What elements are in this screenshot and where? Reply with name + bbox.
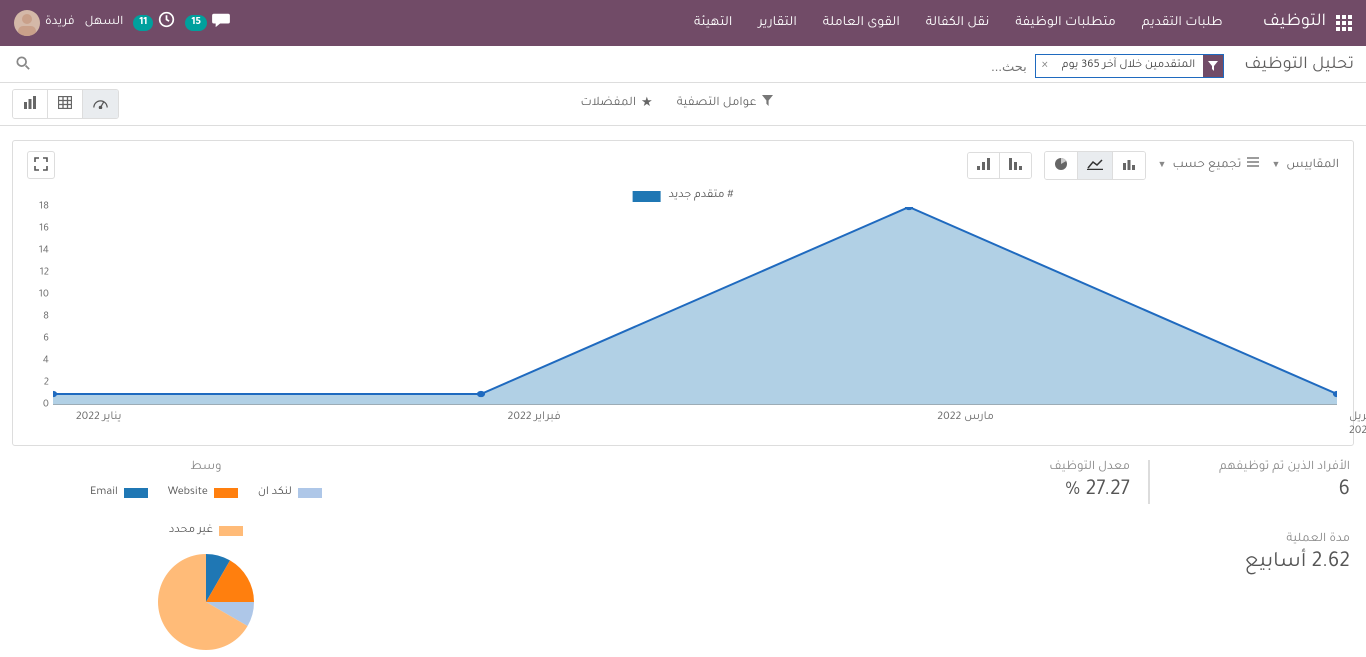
filter-bar: عوامل التصفية ★ المفضلات — [0, 83, 1366, 126]
nav-item-reports[interactable]: التقارير — [758, 15, 796, 32]
search-input[interactable] — [34, 55, 1035, 78]
pie-legend: لنكد ان Website Email غير محدد — [26, 486, 386, 538]
sort-asc-icon — [977, 158, 990, 173]
chat-icon — [212, 12, 230, 35]
filter-icon — [1203, 55, 1223, 77]
hired-value: 6 — [1190, 478, 1350, 504]
dashboard-icon — [93, 96, 108, 112]
avatar — [14, 10, 40, 36]
search-wrap: المتقدمين خلال آخر 365 يوم × — [12, 54, 1224, 78]
chart-type-pie[interactable] — [1045, 152, 1077, 179]
close-icon[interactable]: × — [1036, 59, 1054, 73]
filter-links: عوامل التصفية ★ المفضلات — [580, 95, 772, 113]
pie-legend-linkedin: لنكد ان — [258, 486, 322, 500]
chart-card: المقاييس ▼ تجميع حسب ▼ — [12, 140, 1354, 446]
groupby-dropdown[interactable]: تجميع حسب ▼ — [1158, 157, 1260, 174]
msg-badge: 15 — [185, 15, 207, 31]
pie-title: وسط — [26, 460, 386, 476]
measures-label: المقاييس — [1286, 158, 1339, 174]
user-name: فريدة — [45, 15, 75, 31]
nav-item-workforce[interactable]: القوى العاملة — [823, 15, 900, 32]
list-small-icon — [1247, 157, 1259, 174]
messaging-menu[interactable]: 15 — [185, 12, 230, 35]
chart-type-bar[interactable] — [1112, 152, 1145, 179]
activity-badge: 11 — [133, 15, 153, 31]
brand-block[interactable]: التوظيف — [1263, 12, 1352, 34]
sort-desc[interactable] — [999, 153, 1031, 178]
easy-label: السهل — [85, 15, 124, 31]
line-chart-icon — [1087, 158, 1103, 173]
sort-asc[interactable] — [968, 153, 999, 178]
duration-stat: مدة العملية 2.62 أسابيع — [1190, 532, 1350, 576]
brand-label: التوظيف — [1263, 12, 1326, 34]
pie-icon — [1054, 157, 1068, 174]
hired-label: الأفراد الذين تم توظيفهم — [1190, 460, 1350, 476]
user-menu[interactable]: فريدة — [14, 10, 75, 36]
hired-stat: الأفراد الذين تم توظيفهم 6 — [1190, 460, 1350, 504]
apps-icon[interactable] — [1336, 15, 1352, 31]
view-switch — [12, 89, 119, 119]
easy-mode[interactable]: السهل — [85, 15, 124, 31]
sort-desc-icon — [1009, 158, 1022, 173]
expand-button[interactable] — [27, 151, 55, 179]
legend-swatch — [633, 191, 661, 202]
activity-menu[interactable]: 11 — [133, 11, 175, 35]
star-icon: ★ — [641, 95, 653, 113]
view-chart[interactable] — [13, 90, 47, 118]
chart-legend: # متقدم جديد — [633, 189, 734, 203]
nav-menus: طلبات التقديم متطلبات الوظيفة نقل الكفال… — [694, 15, 1223, 32]
favorites-dropdown[interactable]: ★ المفضلات — [580, 95, 652, 113]
bar-icon — [1122, 158, 1136, 173]
search-facet[interactable]: المتقدمين خلال آخر 365 يوم × — [1035, 54, 1225, 78]
page-title: تحليل التوظيف — [1244, 55, 1354, 77]
pie-legend-website: Website — [168, 486, 238, 500]
x-axis-ticks: أبريل 2022مارس 2022فبراير 2022يناير 2022 — [53, 411, 1337, 429]
view-pivot[interactable] — [47, 90, 82, 118]
table-icon — [58, 96, 72, 112]
nav-item-config[interactable]: التهيئة — [694, 15, 732, 32]
y-axis-ticks: 024681012141618 — [19, 207, 49, 405]
duration-label: مدة العملية — [1190, 532, 1350, 548]
duration-value: 2.62 أسابيع — [1190, 550, 1350, 576]
search-icon[interactable] — [12, 56, 34, 77]
pie-legend-undef: غير محدد — [169, 524, 243, 538]
chart-order-group — [967, 152, 1032, 179]
pie-block: وسط لنكد ان Website Email غير محدد — [26, 460, 386, 652]
control-panel: تحليل التوظيف المتقدمين خلال آخر 365 يوم… — [0, 46, 1366, 83]
clock-icon — [158, 11, 175, 35]
view-graph[interactable] — [82, 90, 118, 118]
funnel-icon — [762, 95, 773, 113]
search-facet-text: المتقدمين خلال آخر 365 يوم — [1054, 59, 1204, 73]
chart-type-group — [1044, 151, 1146, 180]
rate-value: 27.27 % — [990, 478, 1130, 504]
pie-chart — [26, 552, 386, 652]
main-navbar: التوظيف طلبات التقديم متطلبات الوظيفة نق… — [0, 0, 1366, 46]
bar-chart-icon — [23, 96, 37, 112]
rate-label: معدل التوظيف — [990, 460, 1130, 476]
nav-item-applications[interactable]: طلبات التقديم — [1142, 15, 1223, 32]
chevron-down-icon: ▼ — [1271, 159, 1280, 172]
stats-row: الأفراد الذين تم توظيفهم 6 مدة العملية 2… — [0, 446, 1366, 652]
filters-label: عوامل التصفية — [677, 96, 757, 112]
chevron-down-icon: ▼ — [1158, 159, 1167, 172]
chart-plot — [53, 207, 1337, 405]
favorites-label: المفضلات — [580, 96, 636, 112]
groupby-label: تجميع حسب — [1172, 158, 1241, 174]
nav-item-sponsorship[interactable]: نقل الكفالة — [926, 15, 990, 32]
filters-dropdown[interactable]: عوامل التصفية — [677, 95, 773, 113]
pie-legend-email: Email — [90, 486, 148, 500]
nav-item-job-requirements[interactable]: متطلبات الوظيفة — [1015, 15, 1115, 32]
systray: 15 11 السهل فريدة — [14, 10, 230, 36]
measures-dropdown[interactable]: المقاييس ▼ — [1271, 158, 1339, 174]
legend-label: # متقدم جديد — [669, 189, 734, 203]
chart-toolbar: المقاييس ▼ تجميع حسب ▼ — [967, 151, 1339, 180]
chart-type-line[interactable] — [1077, 152, 1112, 179]
rate-stat: معدل التوظيف 27.27 % — [990, 460, 1150, 504]
expand-icon — [34, 157, 48, 174]
